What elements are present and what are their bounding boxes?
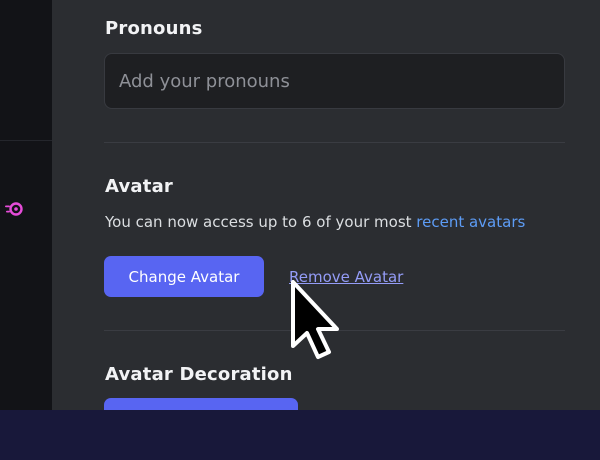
- settings-sidebar: [0, 0, 52, 410]
- mouse-cursor-icon: [291, 280, 339, 359]
- avatar-section-title: Avatar: [105, 176, 173, 197]
- avatar-description-text: You can now access up to 6 of your most: [105, 213, 417, 231]
- avatar-decoration-section-title: Avatar Decoration: [105, 364, 293, 385]
- sidebar-divider: [0, 140, 52, 141]
- pronouns-input[interactable]: [104, 53, 565, 109]
- nitro-icon[interactable]: [4, 201, 24, 217]
- bottom-bar: [0, 410, 600, 460]
- pronouns-section-title: Pronouns: [105, 18, 203, 39]
- avatar-description: You can now access up to 6 of your most …: [105, 213, 525, 231]
- section-divider: [104, 142, 565, 143]
- change-avatar-button[interactable]: Change Avatar: [104, 256, 264, 297]
- recent-avatars-link[interactable]: recent avatars: [416, 213, 525, 231]
- user-profile-settings: Pronouns Avatar You can now access up to…: [0, 0, 600, 460]
